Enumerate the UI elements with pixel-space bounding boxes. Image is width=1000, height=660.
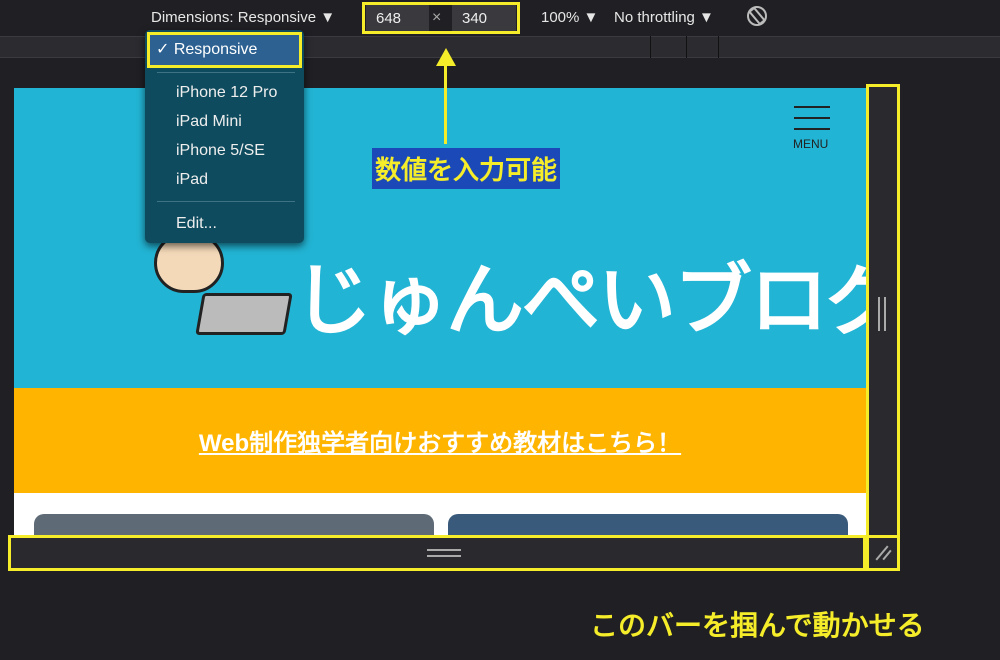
ruler-divider bbox=[650, 36, 651, 58]
width-input[interactable] bbox=[366, 5, 429, 31]
arrow-line bbox=[444, 62, 447, 144]
article-card[interactable] bbox=[448, 514, 848, 536]
dimensions-dropdown[interactable]: Dimensions: Responsive ▼ bbox=[151, 9, 335, 26]
site-logo[interactable]: じゅんぺいブログ bbox=[294, 238, 866, 350]
ruler-divider bbox=[686, 36, 687, 58]
device-dropdown-menu: ✓ Responsive iPhone 12 Pro iPad Mini iPh… bbox=[145, 30, 304, 243]
arrow-up-icon bbox=[436, 48, 456, 66]
bottom-resize-handle[interactable] bbox=[8, 535, 866, 571]
site-header: MENU じゅんぺいブログ bbox=[14, 88, 866, 388]
menu-separator bbox=[157, 201, 295, 202]
ruler-divider bbox=[718, 36, 719, 58]
menu-item-iphone-12-pro[interactable]: iPhone 12 Pro bbox=[176, 84, 277, 102]
menu-item-iphone-5-se[interactable]: iPhone 5/SE bbox=[176, 142, 265, 160]
throttling-dropdown[interactable]: No throttling ▼ bbox=[614, 9, 714, 26]
menu-item-edit[interactable]: Edit... bbox=[176, 215, 217, 233]
promo-link[interactable]: Web制作独学者向けおすすめ教材はこちら！ bbox=[199, 423, 681, 458]
laptop-illustration bbox=[195, 293, 293, 335]
right-resize-handle[interactable] bbox=[866, 84, 900, 538]
zoom-dropdown[interactable]: 100% ▼ bbox=[541, 9, 598, 26]
rotate-icon[interactable] bbox=[747, 6, 767, 26]
bar-annotation: このバーを掴んで動かせる bbox=[590, 610, 925, 641]
times-icon: × bbox=[432, 9, 442, 26]
height-input[interactable] bbox=[452, 5, 516, 31]
menu-separator bbox=[157, 72, 295, 73]
menu-item-ipad-mini[interactable]: iPad Mini bbox=[176, 113, 242, 131]
promo-banner: Web制作独学者向けおすすめ教材はこちら！ bbox=[14, 388, 866, 493]
menu-label: MENU bbox=[793, 137, 829, 151]
menu-item-ipad[interactable]: iPad bbox=[176, 171, 208, 189]
input-annotation: 数値を入力可能 bbox=[372, 148, 561, 189]
article-card[interactable] bbox=[34, 514, 434, 536]
menu-item-responsive[interactable]: ✓ Responsive bbox=[147, 32, 302, 68]
corner-resize-handle[interactable] bbox=[866, 535, 900, 571]
menu-button[interactable]: MENU bbox=[793, 106, 830, 151]
